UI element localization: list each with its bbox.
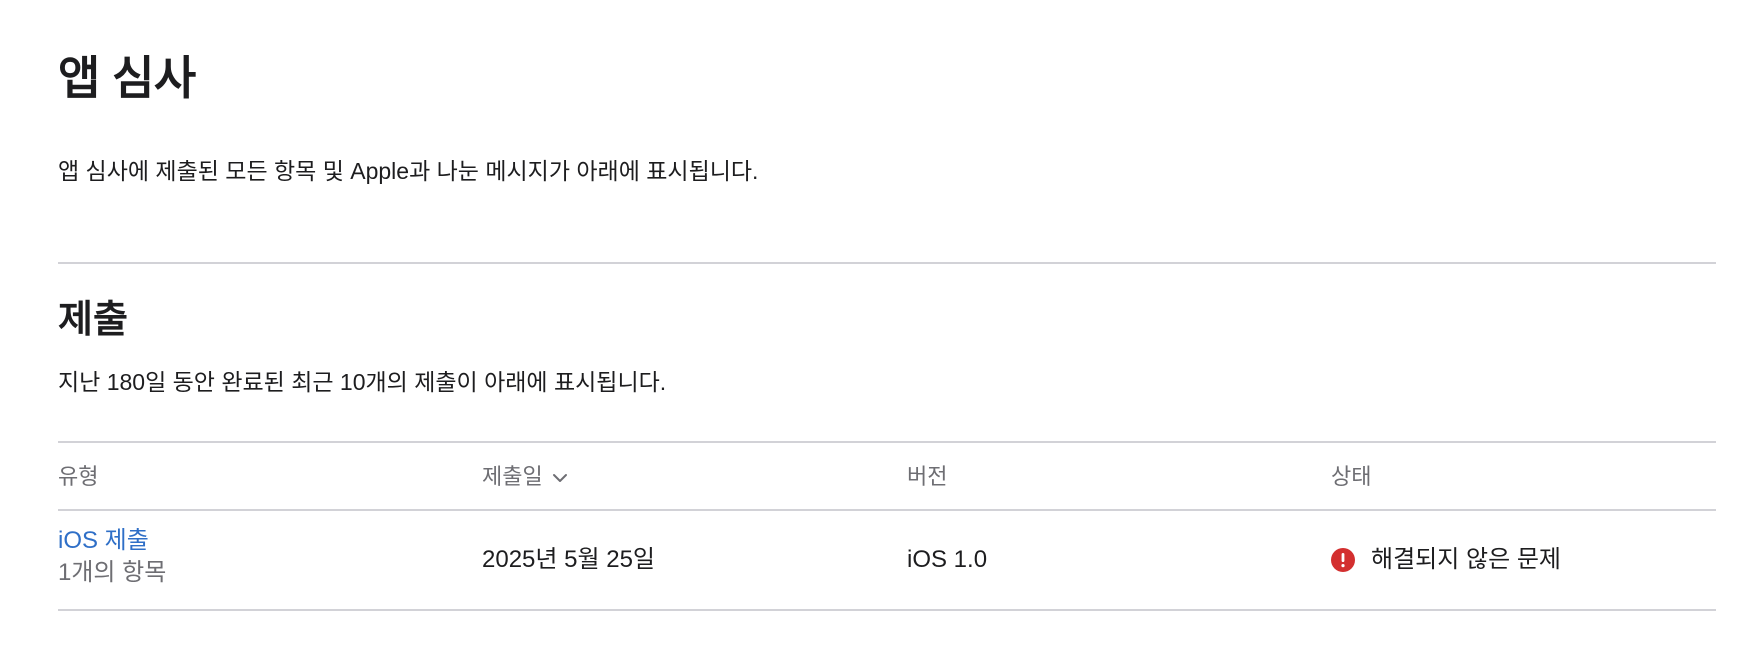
submission-version-cell: iOS 1.0 — [907, 546, 988, 573]
page-description: 앱 심사에 제출된 모든 항목 및 Apple과 나눈 메시지가 아래에 표시됩… — [58, 158, 759, 184]
column-header-version: 버전 — [907, 463, 947, 491]
page-title: 앱 심사 — [58, 52, 196, 104]
table-bottom-border — [58, 609, 1716, 611]
submission-type-link[interactable]: iOS 제출 — [58, 525, 166, 557]
submissions-description: 지난 180일 동안 완료된 최근 10개의 제출이 아래에 표시됩니다. — [58, 369, 667, 395]
error-icon — [1331, 548, 1355, 572]
submissions-table: 유형 제출일 버전 상태 iOS 제출 1개의 항목 2025년 5월 25일 — [58, 441, 1716, 611]
column-header-date[interactable]: 제출일 — [482, 463, 569, 491]
table-row: iOS 제출 1개의 항목 2025년 5월 25일 iOS 1.0 해결되지 … — [58, 511, 1716, 609]
submission-status-cell: 해결되지 않은 문제 — [1331, 544, 1561, 576]
submission-type-cell: iOS 제출 1개의 항목 — [58, 525, 166, 589]
column-header-type: 유형 — [58, 463, 98, 491]
status-label: 해결되지 않은 문제 — [1371, 546, 1561, 573]
chevron-down-icon[interactable] — [551, 469, 569, 487]
column-header-date-label: 제출일 — [482, 464, 543, 489]
table-header-row: 유형 제출일 버전 상태 — [58, 443, 1716, 509]
submission-item-count: 1개의 항목 — [58, 559, 167, 586]
submissions-title: 제출 — [58, 299, 128, 341]
column-header-version-label: 버전 — [907, 464, 948, 489]
column-header-status: 상태 — [1331, 463, 1371, 491]
section-divider — [58, 262, 1716, 264]
column-header-status-label: 상태 — [1331, 464, 1372, 489]
column-header-type-label: 유형 — [58, 464, 99, 489]
submission-date-cell: 2025년 5월 25일 — [482, 546, 656, 573]
